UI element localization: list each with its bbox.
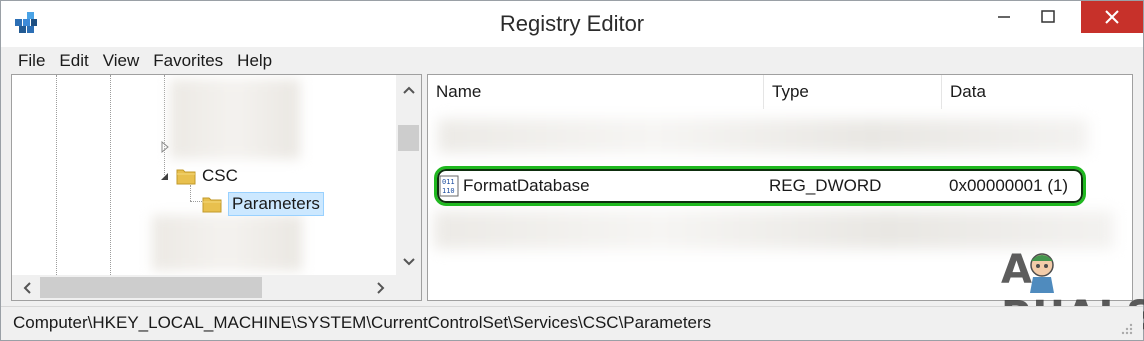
title-bar[interactable]: Registry Editor	[1, 1, 1143, 47]
tree-vertical-scrollbar[interactable]	[396, 75, 421, 275]
blurred-tree-items	[152, 215, 302, 271]
tree-guide-line	[110, 75, 111, 275]
vertical-scroll-thumb[interactable]	[398, 125, 419, 151]
horizontal-scroll-thumb[interactable]	[40, 277, 262, 298]
blurred-tree-items	[170, 79, 300, 159]
maximize-icon	[1041, 10, 1055, 23]
blurred-value-row	[438, 119, 1088, 153]
registry-editor-window: Registry Editor File Edit View Favorites…	[0, 0, 1144, 341]
menu-bar: File Edit View Favorites Help	[1, 47, 1143, 75]
menu-file[interactable]: File	[11, 49, 52, 73]
maximize-button[interactable]	[1025, 1, 1071, 33]
tree-node-parameters[interactable]: Parameters	[196, 191, 324, 217]
column-header-type[interactable]: Type	[764, 75, 942, 109]
column-header-name[interactable]: Name	[428, 75, 764, 109]
reg-dword-icon: 011 110	[439, 175, 459, 197]
chevron-right-icon	[377, 281, 385, 294]
value-data: 0x00000001 (1)	[949, 176, 1069, 195]
chevron-up-icon	[402, 86, 415, 94]
appuals-mascot-icon	[1030, 253, 1054, 293]
tree-guide-line	[164, 75, 165, 175]
registry-path: Computer\HKEY_LOCAL_MACHINE\SYSTEM\Curre…	[13, 313, 712, 332]
close-button[interactable]	[1081, 1, 1143, 33]
folder-icon	[202, 197, 222, 213]
minimize-icon	[998, 16, 1010, 18]
status-bar: Computer\HKEY_LOCAL_MACHINE\SYSTEM\Curre…	[1, 306, 1143, 340]
value-name: FormatDatabase	[463, 176, 590, 195]
scroll-down-button[interactable]	[396, 251, 421, 273]
scroll-left-button[interactable]	[16, 275, 38, 300]
chevron-left-icon	[23, 281, 31, 294]
column-header-data[interactable]: Data	[942, 75, 1124, 109]
tree-guide-line	[190, 185, 191, 201]
value-name-cell: 011 110 FormatDatabase	[439, 169, 590, 203]
menu-help[interactable]: Help	[230, 49, 279, 73]
minimize-button[interactable]	[981, 1, 1027, 33]
tree-node-label: CSC	[202, 166, 238, 185]
value-type: REG_DWORD	[769, 176, 882, 195]
blurred-value-row	[434, 211, 1114, 249]
scroll-up-button[interactable]	[396, 79, 421, 101]
registry-tree-pane[interactable]: CSC Parameters	[11, 74, 422, 301]
menu-favorites[interactable]: Favorites	[146, 49, 230, 73]
value-row-formatdatabase[interactable]: 011 110 FormatDatabase REG_DWORD 0x00000…	[434, 166, 1086, 206]
menu-view[interactable]: View	[96, 49, 147, 73]
folder-icon	[176, 169, 196, 185]
tree-node-csc[interactable]: CSC	[158, 163, 238, 189]
collapsed-expander-icon[interactable]	[160, 141, 170, 153]
tree-horizontal-scrollbar[interactable]	[12, 275, 421, 300]
window-title: Registry Editor	[499, 11, 645, 36]
svg-text:011: 011	[442, 178, 455, 186]
scroll-right-button[interactable]	[370, 275, 392, 300]
tree-node-label-selected: Parameters	[228, 192, 324, 216]
svg-text:110: 110	[442, 187, 455, 195]
chevron-down-icon	[402, 258, 415, 266]
expanded-expander-icon[interactable]	[158, 170, 170, 182]
menu-edit[interactable]: Edit	[52, 49, 95, 73]
resize-grip-icon[interactable]	[1117, 321, 1135, 339]
close-icon	[1105, 10, 1119, 24]
tree-guide-line	[56, 75, 57, 275]
